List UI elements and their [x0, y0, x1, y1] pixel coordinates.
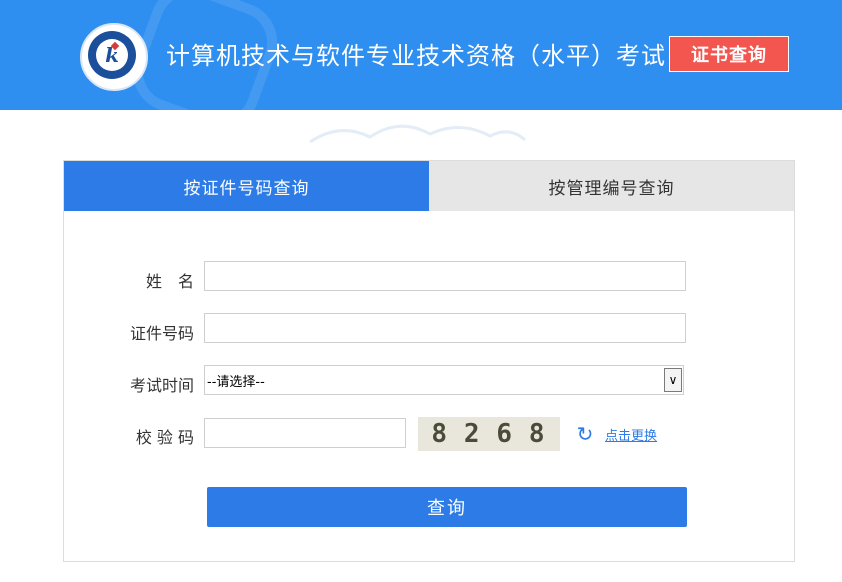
query-panel: 按证件号码查询 按管理编号查询 姓 名 证件号码 考试时间 --请选择-- ∨ … — [63, 160, 795, 562]
exam-time-label: 考试时间 — [129, 376, 194, 395]
name-input[interactable] — [204, 261, 686, 291]
exam-logo: k — [80, 23, 148, 91]
cert-query-button[interactable]: 证书查询 — [669, 36, 789, 72]
id-number-label: 证件号码 — [129, 324, 194, 343]
captcha-char: 2 — [463, 419, 482, 449]
captcha-input[interactable] — [204, 418, 406, 448]
query-tabs: 按证件号码查询 按管理编号查询 — [64, 161, 794, 211]
id-number-input[interactable] — [204, 313, 686, 343]
exam-time-select[interactable]: --请选择-- ∨ — [204, 365, 684, 395]
chevron-down-icon[interactable]: ∨ — [664, 368, 682, 392]
tab-by-id-number[interactable]: 按证件号码查询 — [64, 161, 429, 211]
page-title: 计算机技术与软件专业技术资格（水平）考试 — [166, 42, 666, 70]
refresh-icon[interactable]: ↻ — [574, 422, 596, 446]
captcha-char: 8 — [528, 419, 547, 449]
captcha-label: 校 验 码 — [135, 428, 194, 447]
name-label: 姓 名 — [145, 272, 194, 291]
refresh-captcha-link[interactable]: 点击更换 — [605, 425, 657, 444]
decorative-cloud — [309, 124, 527, 144]
captcha-image: 8 2 6 8 — [418, 417, 560, 451]
exam-time-selected: --请选择-- — [207, 374, 265, 390]
tab-by-management-number[interactable]: 按管理编号查询 — [429, 161, 794, 211]
captcha-char: 8 — [431, 419, 450, 449]
submit-button[interactable]: 查询 — [207, 487, 687, 527]
captcha-char: 6 — [496, 419, 515, 449]
header-bar: k 计算机技术与软件专业技术资格（水平）考试 证书查询 — [0, 0, 842, 110]
